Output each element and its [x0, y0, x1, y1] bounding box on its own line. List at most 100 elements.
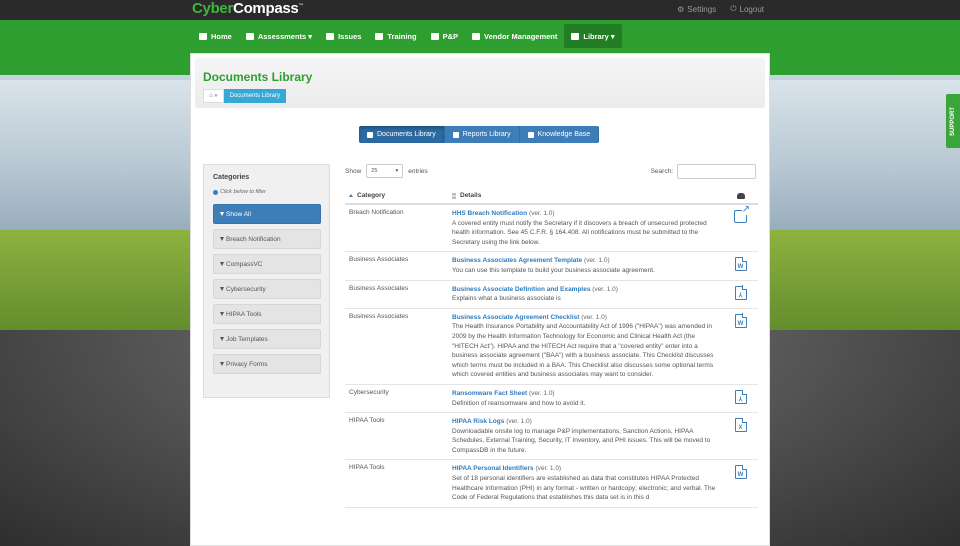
graduation-cap-icon [375, 32, 384, 40]
column-details-label: Details [460, 192, 482, 199]
brand-logo[interactable]: CyberCompass™ [192, 0, 303, 17]
document-description: A covered entity must notify the Secreta… [452, 219, 707, 246]
table-row: HIPAA Tools HIPAA Risk Logs (ver. 1.0) Dow… [345, 413, 758, 461]
tab-reports-label: Reports Library [462, 131, 511, 138]
document-link[interactable]: HIPAA Risk Logs [452, 418, 504, 425]
main-panel: Documents Library ⌂ » Documents Library … [190, 53, 770, 546]
categories-hint-text: Click below to filter [220, 189, 266, 195]
settings-link[interactable]: ⚙ Settings [677, 4, 716, 14]
category-job-templates[interactable]: Job Templates [213, 329, 321, 349]
row-details: Business Associate Definition and Exampl… [448, 285, 723, 304]
pdf-file-icon[interactable]: ⅄ [734, 285, 747, 300]
page-header: Documents Library ⌂ » Documents Library [195, 58, 765, 108]
nav-vendor-management[interactable]: Vendor Management [465, 24, 564, 48]
document-version: (ver. 1.0) [592, 285, 618, 293]
brand-part2: Compass [233, 0, 299, 17]
nav-issues[interactable]: Issues [319, 24, 368, 48]
nav-pp-label: P&P [442, 31, 459, 41]
column-details[interactable]: Details [448, 192, 723, 199]
tab-documents-library[interactable]: Documents Library [359, 126, 445, 143]
column-download [723, 192, 758, 199]
word-file-icon[interactable]: W [734, 465, 747, 480]
row-category: Cybersecurity [349, 388, 389, 396]
nav-assessments[interactable]: Assessments ▾ [239, 24, 319, 48]
category-label: CompassVC [226, 260, 263, 268]
row-details: Ransomware Fact Sheet (ver. 1.0) Definiti… [448, 389, 723, 408]
nav-library-label: Library ▾ [583, 31, 615, 41]
document-description: The Health Insurance Portability and Acc… [452, 323, 714, 379]
tab-knowledge-base[interactable]: Knowledge Base [519, 126, 600, 143]
nav-vendor-label: Vendor Management [484, 31, 558, 41]
document-link[interactable]: HHS Breach Notification [452, 210, 527, 217]
document-link[interactable]: Business Associate Definition and Exampl… [452, 286, 590, 293]
table-row: Business Associates Business Associate De… [345, 281, 758, 309]
page-title: Documents Library [203, 70, 313, 84]
excel-file-icon[interactable]: X [734, 417, 747, 433]
filter-icon [220, 237, 224, 241]
category-label: Privacy Forms [226, 360, 268, 368]
top-right-links: ⚙ Settings ⏻ Logout [677, 4, 764, 14]
page-size-select[interactable]: 25 ▾ [366, 164, 404, 178]
entries-control: Show 25 ▾ entries [345, 164, 428, 178]
support-label: SUPPORT [950, 106, 956, 136]
logout-link[interactable]: ⏻ Logout [730, 4, 764, 14]
support-tab[interactable]: SUPPORT [946, 94, 960, 148]
tab-reports-library[interactable]: Reports Library [444, 126, 520, 143]
row-category: Business Associates [349, 284, 409, 292]
search-label: Search: [650, 168, 673, 175]
entries-label: entries [408, 167, 428, 175]
document-link[interactable]: Business Associates Agreement Template [452, 257, 582, 264]
category-breach-notification[interactable]: Breach Notification [213, 229, 321, 249]
category-privacy-forms[interactable]: Privacy Forms [213, 354, 321, 374]
word-file-icon[interactable]: W [734, 257, 747, 272]
category-show-all[interactable]: Show All [213, 204, 321, 224]
library-tabs: Documents Library Reports Library Knowle… [359, 126, 600, 143]
nav-library[interactable]: Library ▾ [564, 24, 622, 48]
external-link-icon[interactable] [734, 205, 750, 223]
table-icon [452, 131, 459, 138]
list-icon [245, 32, 254, 40]
category-label: Cybersecurity [226, 285, 266, 293]
row-file-icon: ⅄ [723, 285, 758, 304]
row-file-icon: W [723, 464, 758, 502]
column-category[interactable]: Category [345, 192, 448, 199]
nav-training-label: Training [387, 31, 417, 41]
search-input[interactable] [677, 164, 756, 179]
pdf-file-icon[interactable]: ⅄ [734, 389, 747, 404]
page-size-value: 25 [371, 168, 378, 174]
folder-icon [571, 32, 580, 40]
table-row: Cybersecurity Ransomware Fact Sheet (ver.… [345, 385, 758, 414]
table-body: Breach Notification HHS Breach Notificati… [345, 205, 758, 508]
table-row: Breach Notification HHS Breach Notificati… [345, 205, 758, 253]
category-cybersecurity[interactable]: Cybersecurity [213, 279, 321, 299]
document-version: (ver. 1.0) [528, 389, 555, 397]
document-version: (ver. 1.0) [581, 313, 607, 321]
table-row: Business Associates Business Associates A… [345, 252, 758, 281]
document-link[interactable]: Business Associate Agreement Checklist [452, 314, 579, 321]
breadcrumb-current: Documents Library [223, 89, 286, 103]
logout-label: Logout [739, 4, 764, 14]
table-row: Business Associates Business Associate Ag… [345, 309, 758, 385]
nav-home-label: Home [211, 31, 232, 41]
category-hipaa-tools[interactable]: HIPAA Tools [213, 304, 321, 324]
vendor-icon [472, 32, 481, 40]
document-link[interactable]: Ransomware Fact Sheet [452, 390, 527, 397]
categories-hint: Click below to filter [213, 189, 266, 195]
nav-training[interactable]: Training [368, 24, 423, 48]
row-category: Business Associates [349, 256, 409, 264]
caret-down-icon: ▾ [395, 168, 399, 174]
category-compassvc[interactable]: CompassVC [213, 254, 321, 274]
background-sky-right [760, 80, 960, 230]
document-link[interactable]: HIPAA Personal Identifiers [452, 465, 534, 472]
word-file-icon[interactable]: W [734, 313, 747, 328]
row-details: HIPAA Risk Logs (ver. 1.0) Downloadable o… [448, 417, 723, 455]
document-description: Explains what a business associate is [452, 295, 561, 303]
background-field-right [760, 230, 960, 340]
category-label: Job Templates [226, 335, 268, 343]
breadcrumb-home[interactable]: ⌂ » [203, 89, 224, 103]
tab-knowledge-label: Knowledge Base [537, 131, 591, 138]
nav-home[interactable]: Home [192, 24, 239, 48]
nav-pp[interactable]: P&P [424, 24, 465, 48]
categories-panel: Categories Click below to filter Show Al… [203, 164, 330, 398]
dashboard-icon [199, 32, 207, 40]
